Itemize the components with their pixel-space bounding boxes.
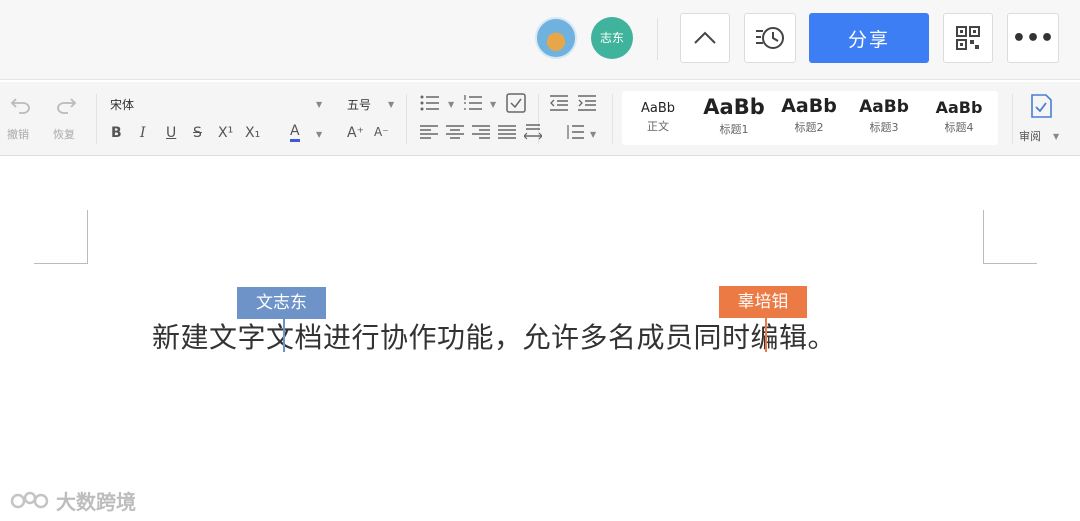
watermark-text: 大数跨境 [56, 490, 136, 514]
review-icon[interactable] [1029, 93, 1053, 119]
collaborator-cursor-label-1: 文志东 [237, 287, 326, 319]
more-button[interactable]: ••• [1007, 13, 1059, 63]
watermark: 大数跨境 [10, 486, 136, 515]
distributed-align-icon[interactable] [524, 124, 542, 140]
qr-code-button[interactable] [943, 13, 993, 63]
style-heading-3[interactable]: AaBb 标题3 [848, 95, 920, 135]
align-justify-icon[interactable] [498, 125, 516, 139]
collaborator-avatar-2[interactable]: 志东 [591, 17, 633, 59]
chevron-down-icon[interactable]: ▼ [1053, 132, 1059, 141]
style-name: 标题1 [719, 123, 749, 136]
style-normal[interactable]: AaBb 正文 [622, 95, 694, 134]
collaborator-cursor-label-2: 辜培钼 [719, 286, 807, 318]
style-name: 正文 [647, 120, 669, 133]
chevron-up-icon [694, 31, 716, 44]
style-sample: AaBb [859, 97, 909, 117]
chevron-down-icon[interactable]: ▼ [316, 130, 322, 139]
page-margin-corner-left [34, 210, 88, 264]
chevron-down-icon[interactable]: ▼ [316, 100, 322, 109]
redo-label[interactable]: 恢复 [53, 126, 75, 142]
align-right-icon[interactable] [472, 125, 490, 139]
review-label[interactable]: 审阅 [1019, 128, 1041, 144]
underline-button[interactable]: U [166, 125, 176, 141]
styles-gallery: AaBb 正文 AaBb 标题1 AaBb 标题2 AaBb 标题3 AaBb … [622, 91, 998, 145]
bullet-list-icon[interactable] [420, 95, 440, 111]
history-icon [756, 27, 784, 49]
divider [1012, 94, 1013, 144]
top-bar: 志东 分享 ••• [0, 0, 1080, 80]
chevron-down-icon[interactable]: ▼ [448, 100, 454, 109]
chevron-down-icon[interactable]: ▼ [388, 100, 394, 109]
collaborator-avatar-1[interactable] [535, 17, 577, 59]
increase-font-button[interactable]: A⁺ [347, 125, 364, 141]
superscript-button[interactable]: X¹ [218, 125, 233, 141]
align-center-icon[interactable] [446, 125, 464, 139]
style-name: 标题3 [869, 121, 899, 134]
collaborator-caret-1 [283, 316, 285, 352]
style-heading-1[interactable]: AaBb 标题1 [698, 95, 770, 137]
line-spacing-icon[interactable] [566, 124, 584, 140]
undo-label[interactable]: 撤销 [7, 126, 29, 142]
checkbox-list-icon[interactable] [506, 93, 526, 113]
qr-code-icon [956, 26, 980, 50]
font-size-select[interactable]: 五号 [347, 96, 371, 113]
redo-icon[interactable] [55, 96, 77, 114]
watermark-logo-icon [10, 491, 49, 508]
collapse-toolbar-button[interactable] [680, 13, 730, 63]
divider [406, 94, 407, 144]
page-margin-corner-right [983, 210, 1037, 264]
document-editor: 志东 分享 ••• 撤销 恢复 宋体 ▼ 五号 ▼ B I U S X¹ X₁ … [0, 0, 1080, 521]
font-color-button[interactable]: A [290, 124, 300, 142]
increase-indent-icon[interactable] [578, 95, 596, 111]
strikethrough-button[interactable]: S [193, 125, 202, 141]
style-heading-2[interactable]: AaBb 标题2 [773, 95, 845, 135]
font-family-select[interactable]: 宋体 [110, 96, 134, 113]
divider [657, 18, 658, 60]
chevron-down-icon[interactable]: ▼ [590, 130, 596, 139]
decrease-font-button[interactable]: A⁻ [374, 125, 389, 139]
style-sample: AaBb [781, 95, 837, 117]
numbered-list-icon[interactable] [463, 95, 483, 111]
document-paragraph[interactable]: 新建文字文档进行协作功能，允许多名成员同时编辑。 [152, 316, 836, 356]
history-button[interactable] [744, 13, 796, 63]
style-name: 标题4 [944, 121, 974, 134]
divider [612, 94, 613, 144]
style-name: 标题2 [794, 121, 824, 134]
style-heading-4[interactable]: AaBb 标题4 [923, 95, 995, 135]
undo-icon[interactable] [10, 96, 32, 114]
decrease-indent-icon[interactable] [550, 95, 568, 111]
share-button[interactable]: 分享 [809, 13, 929, 63]
format-toolbar: 撤销 恢复 宋体 ▼ 五号 ▼ B I U S X¹ X₁ A ▼ A⁺ A⁻ … [0, 82, 1080, 156]
subscript-button[interactable]: X₁ [245, 125, 260, 141]
style-sample: AaBb [935, 98, 983, 117]
collaborator-caret-2 [765, 316, 767, 352]
chevron-down-icon[interactable]: ▼ [490, 100, 496, 109]
italic-button[interactable]: I [140, 125, 146, 141]
style-sample: AaBb [640, 101, 676, 116]
divider [96, 94, 97, 144]
bold-button[interactable]: B [111, 125, 122, 141]
style-sample: AaBb [703, 95, 765, 119]
align-left-icon[interactable] [420, 125, 438, 139]
